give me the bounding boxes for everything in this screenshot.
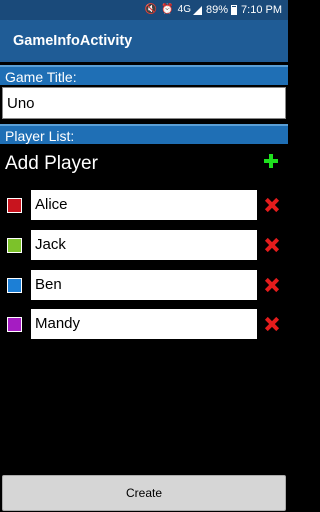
player-color-swatch[interactable] (7, 278, 22, 293)
player-row (0, 309, 288, 339)
player-row (0, 230, 288, 260)
app-bar: GameInfoActivity (0, 20, 288, 62)
add-player-row: Add Player (0, 150, 288, 180)
player-name-input[interactable] (31, 270, 257, 300)
player-color-swatch[interactable] (7, 198, 22, 213)
player-name-input[interactable] (31, 230, 257, 260)
app-title: GameInfoActivity (13, 33, 133, 49)
player-name-input[interactable] (31, 190, 257, 220)
player-name-input[interactable] (31, 309, 257, 339)
close-icon[interactable] (264, 277, 280, 293)
player-list-label: Player List: (0, 124, 288, 144)
network-type: 4G (177, 4, 191, 15)
player-color-swatch[interactable] (7, 238, 22, 253)
close-icon[interactable] (264, 197, 280, 213)
mute-icon: 🔇 (144, 4, 158, 15)
add-player-label: Add Player (5, 153, 98, 174)
status-bar: 🔇 ⏰ 4G 89% 7:10 PM (0, 0, 288, 20)
alarm-icon: ⏰ (161, 4, 174, 15)
battery-percent: 89% (206, 4, 229, 16)
create-button[interactable]: Create (2, 475, 286, 511)
player-color-swatch[interactable] (7, 317, 22, 332)
game-title-label: Game Title: (0, 65, 288, 85)
close-icon[interactable] (264, 316, 280, 332)
close-icon[interactable] (264, 237, 280, 253)
game-title-input[interactable] (2, 87, 286, 119)
battery-icon (231, 5, 238, 15)
player-row (0, 270, 288, 300)
plus-icon[interactable] (262, 152, 280, 170)
signal-icon (193, 5, 202, 15)
player-row (0, 190, 288, 220)
clock: 7:10 PM (241, 4, 282, 16)
